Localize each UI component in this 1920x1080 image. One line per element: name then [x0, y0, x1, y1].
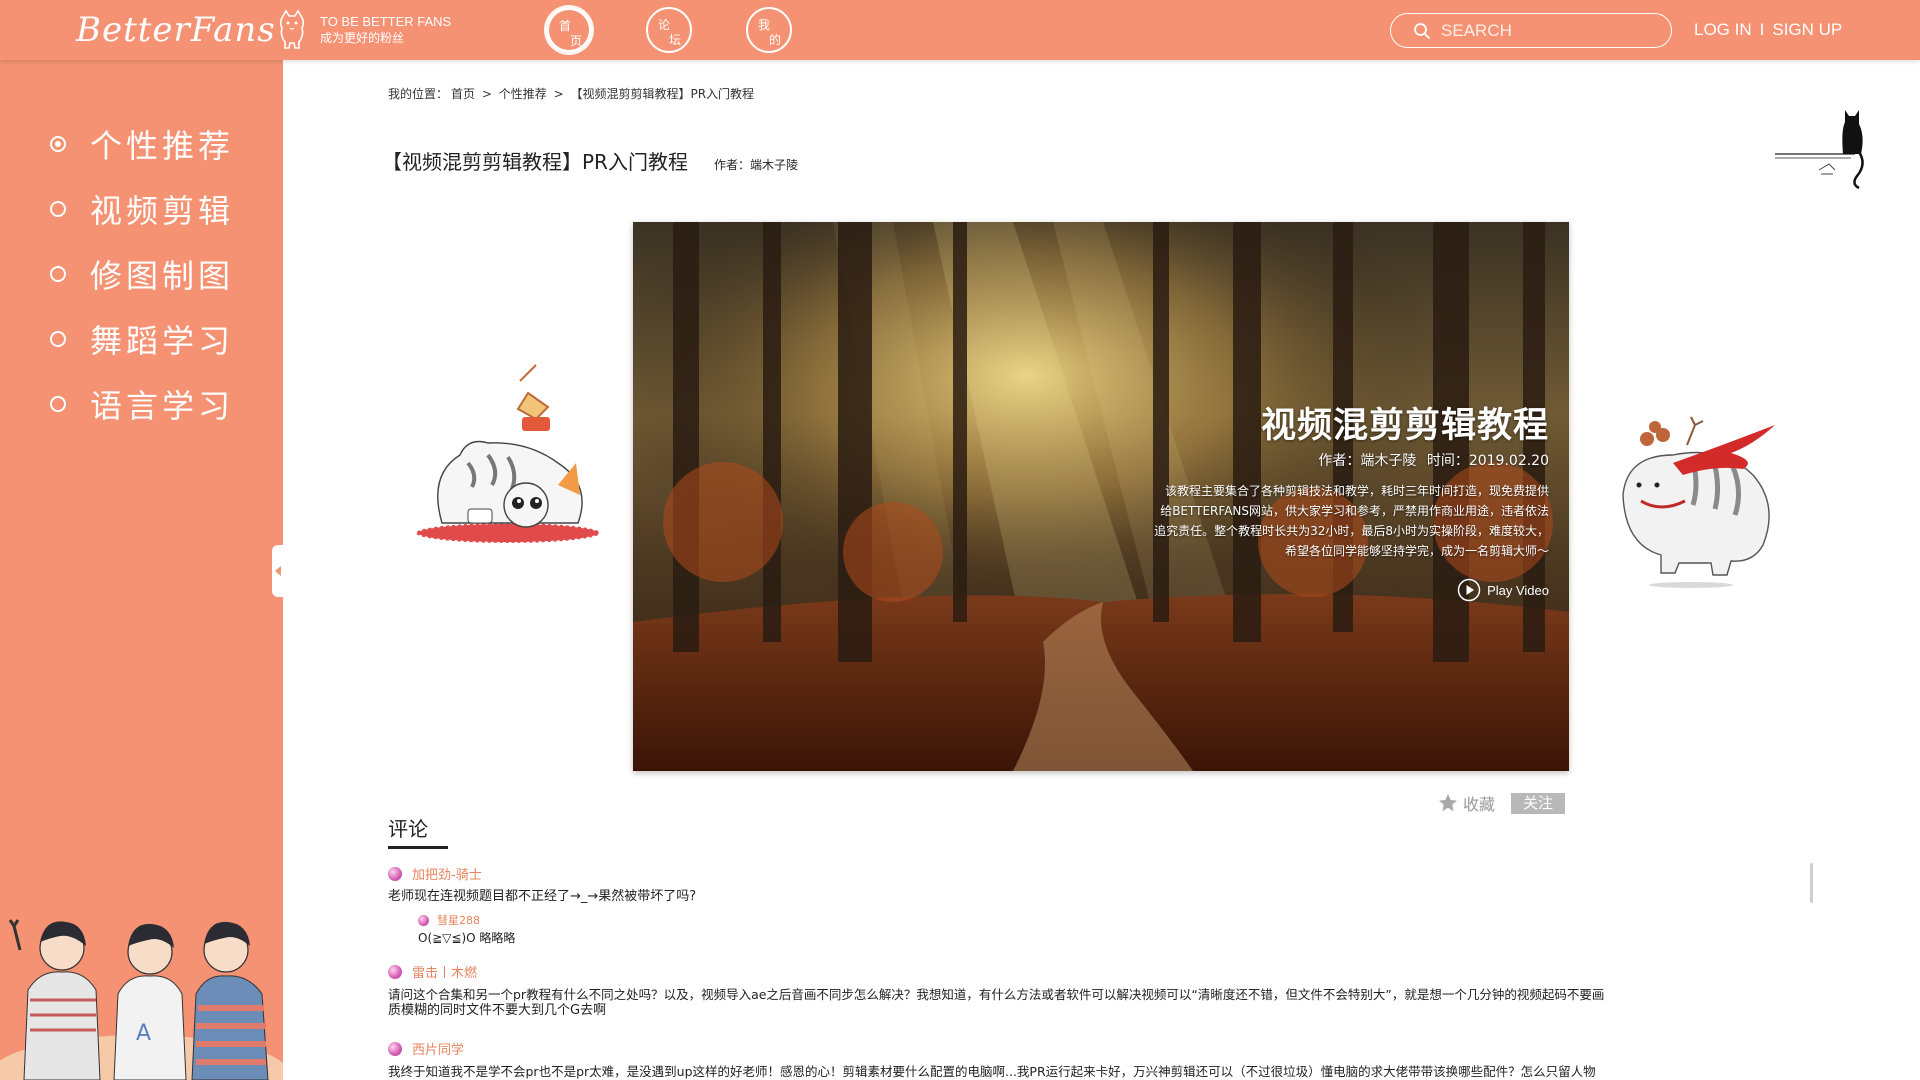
comment-username[interactable]: 西片同学: [388, 1039, 464, 1058]
user-avatar-icon: [388, 866, 402, 881]
play-video-label: Play Video: [1487, 582, 1549, 598]
top-header: BetterFans TO BE BETTER FANS 成为更好的粉丝 首 页…: [0, 0, 1920, 60]
svg-text:A: A: [136, 1021, 151, 1046]
breadcrumb-current: 【视频混剪剪辑教程】PR入门教程: [570, 87, 755, 101]
article-title-row: 【视频混剪剪辑教程】PR入门教程 作者： 端木子陵: [382, 146, 798, 175]
sidebar-item-dance[interactable]: 舞蹈学习: [50, 316, 234, 362]
follow-button[interactable]: 关注: [1511, 792, 1566, 814]
search-icon[interactable]: [1413, 22, 1431, 40]
sidebar-item-label: 语言学习: [90, 387, 235, 425]
sidebar-item-label: 个性推荐: [90, 127, 235, 165]
search-box[interactable]: [1390, 13, 1672, 48]
boys-illustration: A: [0, 919, 283, 1080]
comment-username-text: 雷击丨木燃: [412, 966, 478, 981]
banner-desc-line: 希望各位同学能够坚持学完，成为一名剪辑大师～: [1284, 544, 1549, 558]
comment-username-text: 西片同学: [412, 1043, 465, 1058]
breadcrumb-prefix: 我的位置：: [388, 87, 449, 101]
cat-silhouette-decoration: [1775, 110, 1864, 190]
sidebar-item-photo-editing[interactable]: 修图制图: [50, 251, 234, 297]
banner-time: 时间：2019.02.20: [1426, 453, 1549, 469]
reply-text: O(≧▽≦)O 略略略: [418, 931, 516, 945]
banner-desc-line: 追究责任。整个教程时长共为32小时，最后8小时为实操阶段，难度较大，: [1154, 524, 1549, 538]
author-name[interactable]: 端木子陵: [750, 156, 798, 173]
nav-home-button[interactable]: 首 页: [546, 7, 592, 53]
banner-description: 该教程主要集合了各种剪辑技法和教学，耗时三年时间打造，现免费提供 给BETTER…: [1089, 481, 1549, 561]
comment-username[interactable]: 雷击丨木燃: [388, 962, 477, 981]
comments-scrollbar[interactable]: [1810, 863, 1813, 903]
play-icon: [1457, 578, 1481, 602]
comment-text: 老师现在连视频题目都不正经了→_→果然被带坏了吗?: [388, 889, 697, 904]
author-label: 作者：: [713, 158, 750, 172]
nav-forum-button[interactable]: 论 坛: [646, 7, 692, 53]
comment-username[interactable]: 加把劲-骑士: [388, 864, 482, 883]
comment-text-line: 质模糊的同时文件不要大到几个G去啊: [388, 1003, 607, 1018]
sidebar-item-language[interactable]: 语言学习: [50, 381, 234, 427]
search-input[interactable]: [1441, 18, 1661, 43]
chevron-left-icon: [275, 566, 281, 576]
sidebar-collapse-toggle[interactable]: [272, 545, 284, 597]
banner-author: 作者：端木子陵: [1318, 453, 1417, 469]
sidebar-item-recommend[interactable]: 个性推荐: [50, 121, 234, 167]
comments-heading: 评论: [388, 813, 448, 849]
cat-illustration-right: [1622, 416, 1775, 588]
comment-text: 我终于知道我不是学不会pr也不是pr太难，是没遇到up这样的好老师！感恩的心！剪…: [388, 1064, 1596, 1079]
comment-text: 请问这个合集和另一个pr教程有什么不同之处吗？以及，视频导入ae之后音画不同步怎…: [388, 987, 1828, 1019]
breadcrumb: 我的位置： 首页 > 个性推荐 > 【视频混剪剪辑教程】PR入门教程: [388, 85, 757, 102]
reply-username-text: 彗星288: [437, 914, 480, 927]
page-title: 【视频混剪剪辑教程】PR入门教程: [382, 150, 688, 174]
auth-links: LOG IN I SIGN UP: [1694, 20, 1842, 40]
breadcrumb-separator: >: [481, 87, 492, 101]
banner-title: 视频混剪剪辑教程: [1260, 406, 1549, 446]
breadcrumb-category[interactable]: 个性推荐: [499, 87, 547, 101]
cat-mascot-icon: [279, 10, 305, 49]
user-avatar-icon: [388, 964, 402, 979]
site-tagline: TO BE BETTER FANS 成为更好的粉丝: [320, 13, 451, 47]
site-logo[interactable]: BetterFans: [76, 10, 276, 50]
sidebar: 个性推荐 视频剪辑 修图制图 舞蹈学习 语言学习 A: [0, 60, 283, 1080]
login-link[interactable]: LOG IN: [1694, 20, 1752, 39]
article-actions: 收藏 关注: [1438, 791, 1566, 815]
tagline-english: TO BE BETTER FANS: [320, 14, 452, 29]
tagline-chinese: 成为更好的粉丝: [320, 31, 405, 45]
breadcrumb-separator: >: [553, 87, 564, 101]
auth-separator: I: [1759, 20, 1765, 39]
user-avatar-icon: [418, 914, 429, 926]
sidebar-item-video-editing[interactable]: 视频剪辑: [50, 186, 234, 232]
sidebar-item-label: 修图制图: [90, 257, 235, 295]
nav-mine-button[interactable]: 我 的: [746, 7, 792, 53]
nav-home-label-2: 页: [570, 34, 583, 48]
radio-dot-icon: [50, 201, 66, 217]
sidebar-item-label: 舞蹈学习: [90, 322, 235, 360]
radio-dot-icon: [50, 331, 66, 347]
comment-text-line: 请问这个合集和另一个pr教程有什么不同之处吗？以及，视频导入ae之后音画不同步怎…: [388, 987, 1605, 1002]
video-banner[interactable]: 视频混剪剪辑教程 作者：端木子陵 时间：2019.02.20 该教程主要集合了各…: [633, 222, 1569, 771]
sidebar-item-label: 视频剪辑: [90, 192, 235, 230]
radio-dot-icon: [50, 266, 66, 282]
banner-meta: 作者：端木子陵 时间：2019.02.20: [1312, 450, 1549, 470]
radio-dot-icon: [50, 396, 66, 412]
cat-illustration-left: [415, 364, 601, 544]
banner-desc-line: 给BETTERFANS网站，供大家学习和参考，严禁用作商业用途，违者依法: [1160, 504, 1549, 518]
banner-desc-line: 该教程主要集合了各种剪辑技法和教学，耗时三年时间打造，现免费提供: [1164, 484, 1549, 498]
breadcrumb-home[interactable]: 首页: [451, 87, 475, 101]
nav-forum-label-2: 坛: [669, 33, 682, 47]
comment-username-text: 加把劲-骑士: [412, 868, 482, 883]
favorite-button[interactable]: 收藏: [1438, 791, 1495, 815]
star-icon: [1439, 794, 1457, 812]
nav-mine-label-2: 的: [769, 33, 782, 47]
favorite-label: 收藏: [1463, 795, 1496, 814]
radio-dot-icon: [50, 136, 66, 152]
signup-link[interactable]: SIGN UP: [1772, 20, 1842, 39]
play-video-button[interactable]: Play Video: [1457, 578, 1549, 602]
reply-username[interactable]: 彗星288: [418, 912, 480, 928]
user-avatar-icon: [388, 1041, 402, 1056]
